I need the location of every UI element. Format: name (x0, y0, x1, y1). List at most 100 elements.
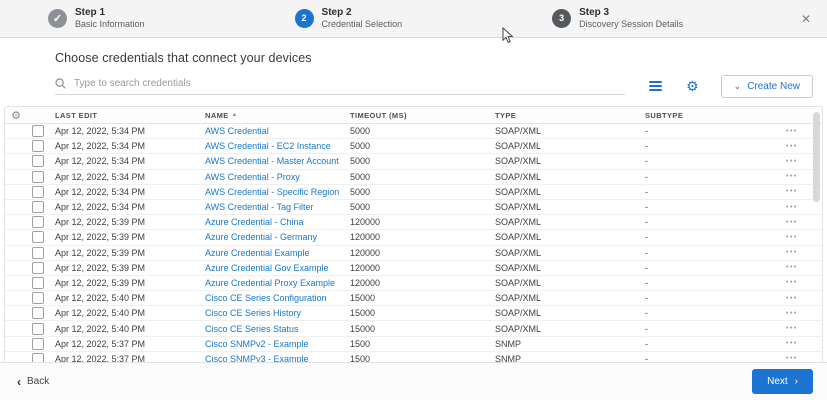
table-row: Apr 12, 2022, 5:34 PM AWS Credential - E… (5, 139, 822, 155)
row-actions-icon[interactable]: ••• (776, 279, 822, 286)
last-edit-cell: Apr 12, 2022, 5:39 PM (55, 277, 146, 288)
row-checkbox[interactable] (32, 125, 44, 138)
row-checkbox[interactable] (32, 276, 44, 289)
last-edit-cell: Apr 12, 2022, 5:39 PM (55, 232, 146, 243)
table-body: Apr 12, 2022, 5:34 PM AWS Credential 500… (5, 124, 822, 371)
credential-name-link[interactable]: Azure Credential - China (205, 217, 304, 227)
type-cell: SOAP/XML (495, 232, 542, 243)
credential-name-link[interactable]: Azure Credential Gov Example (205, 263, 329, 273)
wizard-stepper: ✓ Step 1 Basic Information 2 Step 2 Cred… (0, 0, 827, 38)
row-actions-icon[interactable]: ••• (776, 340, 822, 347)
table-row: Apr 12, 2022, 5:39 PM Azure Credential P… (5, 275, 822, 292)
next-button[interactable]: Next › (752, 369, 813, 394)
row-actions-icon[interactable]: ••• (776, 310, 822, 317)
back-button[interactable]: ‹ Back (17, 376, 49, 388)
last-edit-cell: Apr 12, 2022, 5:34 PM (55, 126, 146, 137)
wizard-footer: ‹ Back Next › (0, 362, 827, 400)
timeout-cell: 15000 (350, 293, 376, 304)
step-2-number-badge: 2 (294, 8, 314, 28)
column-header-timeout[interactable]: TIMEOUT (MS) (344, 111, 489, 120)
row-checkbox[interactable] (32, 231, 44, 244)
credential-name-link[interactable]: Azure Credential - Germany (205, 232, 317, 242)
type-cell: SOAP/XML (495, 156, 542, 167)
row-checkbox[interactable] (32, 140, 44, 153)
column-settings-gear-icon[interactable]: ⚙ (5, 109, 27, 122)
credential-name-link[interactable]: AWS Credential - Proxy (205, 172, 300, 182)
subtype-cell: - (645, 323, 648, 334)
credential-name-link[interactable]: AWS Credential - Tag Filter (205, 202, 314, 212)
type-cell: SOAP/XML (495, 186, 542, 197)
row-actions-icon[interactable]: ••• (776, 264, 822, 271)
subtype-cell: - (645, 217, 648, 228)
search-input[interactable] (74, 77, 626, 89)
row-checkbox[interactable] (32, 337, 44, 350)
column-header-name[interactable]: NAME ▲ (199, 111, 344, 120)
back-label: Back (27, 376, 50, 387)
last-edit-cell: Apr 12, 2022, 5:40 PM (55, 293, 146, 304)
close-icon[interactable]: ✕ (801, 13, 811, 25)
row-checkbox[interactable] (32, 246, 44, 259)
credential-name-link[interactable]: Cisco CE Series Configuration (205, 293, 327, 303)
column-header-last-edit[interactable]: LAST EDIT (49, 111, 199, 120)
column-header-subtype[interactable]: SUBTYPE (639, 111, 776, 120)
timeout-cell: 120000 (350, 247, 381, 258)
row-checkbox[interactable] (32, 155, 44, 168)
table-row: Apr 12, 2022, 5:40 PM Cisco CE Series Co… (5, 291, 822, 307)
row-checkbox[interactable] (32, 216, 44, 229)
last-edit-cell: Apr 12, 2022, 5:39 PM (55, 247, 146, 258)
timeout-cell: 5000 (350, 141, 371, 152)
row-checkbox[interactable] (32, 322, 44, 335)
table-row: Apr 12, 2022, 5:34 PM AWS Credential - P… (5, 169, 822, 185)
row-actions-icon[interactable]: ••• (776, 249, 822, 256)
credential-name-link[interactable]: AWS Credential (205, 126, 269, 136)
credential-name-link[interactable]: Cisco CE Series Status (205, 324, 299, 334)
step-3-label: Step 3 (579, 7, 610, 19)
credential-name-link[interactable]: Cisco CE Series History (205, 308, 301, 318)
row-actions-icon[interactable]: ••• (776, 204, 822, 211)
settings-gear-icon[interactable]: ⚙ (686, 79, 699, 93)
timeout-cell: 120000 (350, 217, 381, 228)
timeout-cell: 120000 (350, 277, 381, 288)
row-checkbox[interactable] (32, 170, 44, 183)
table-row: Apr 12, 2022, 5:34 PM AWS Credential - T… (5, 199, 822, 216)
timeout-cell: 5000 (350, 126, 371, 137)
row-checkbox[interactable] (32, 201, 44, 214)
vertical-scrollbar[interactable] (813, 112, 820, 202)
type-cell: SOAP/XML (495, 293, 542, 304)
step-1-label: Step 1 (75, 7, 106, 19)
table-row: Apr 12, 2022, 5:39 PM Azure Credential -… (5, 215, 822, 231)
table-row: Apr 12, 2022, 5:40 PM Cisco CE Series Hi… (5, 306, 822, 322)
list-view-icon[interactable] (647, 79, 664, 93)
row-checkbox[interactable] (32, 261, 44, 274)
next-label: Next (767, 376, 788, 387)
step-3-discovery-session-details[interactable]: 3 Step 3 Discovery Session Details (552, 7, 683, 30)
credential-name-link[interactable]: AWS Credential - Specific Region (205, 187, 339, 197)
subtype-cell: - (645, 171, 648, 182)
timeout-cell: 15000 (350, 308, 376, 319)
subtype-cell: - (645, 126, 648, 137)
row-checkbox[interactable] (32, 292, 44, 305)
row-actions-icon[interactable]: ••• (776, 219, 822, 226)
step-1-basic-information[interactable]: ✓ Step 1 Basic Information (48, 7, 145, 30)
credential-name-link[interactable]: Azure Credential Proxy Example (205, 278, 335, 288)
last-edit-cell: Apr 12, 2022, 5:34 PM (55, 141, 146, 152)
row-checkbox[interactable] (32, 307, 44, 320)
type-cell: SOAP/XML (495, 202, 542, 213)
last-edit-cell: Apr 12, 2022, 5:40 PM (55, 308, 146, 319)
credential-name-link[interactable]: AWS Credential - Master Account (205, 156, 339, 166)
timeout-cell: 5000 (350, 156, 371, 167)
credential-name-link[interactable]: Cisco SNMPv2 - Example (205, 339, 309, 349)
step-2-sublabel: Credential Selection (321, 19, 403, 30)
step-2-credential-selection[interactable]: 2 Step 2 Credential Selection (294, 7, 403, 30)
row-checkbox[interactable] (32, 185, 44, 198)
subtype-cell: - (645, 141, 648, 152)
credential-name-link[interactable]: Azure Credential Example (205, 248, 310, 258)
row-actions-icon[interactable]: ••• (776, 295, 822, 302)
row-actions-icon[interactable]: ••• (776, 325, 822, 332)
column-header-type[interactable]: TYPE (489, 111, 639, 120)
table-row: Apr 12, 2022, 5:39 PM Azure Credential -… (5, 230, 822, 246)
create-new-button[interactable]: ⌄ Create New (720, 74, 813, 98)
row-actions-icon[interactable]: ••• (776, 234, 822, 241)
timeout-cell: 120000 (350, 232, 381, 243)
credential-name-link[interactable]: AWS Credential - EC2 Instance (205, 141, 331, 151)
